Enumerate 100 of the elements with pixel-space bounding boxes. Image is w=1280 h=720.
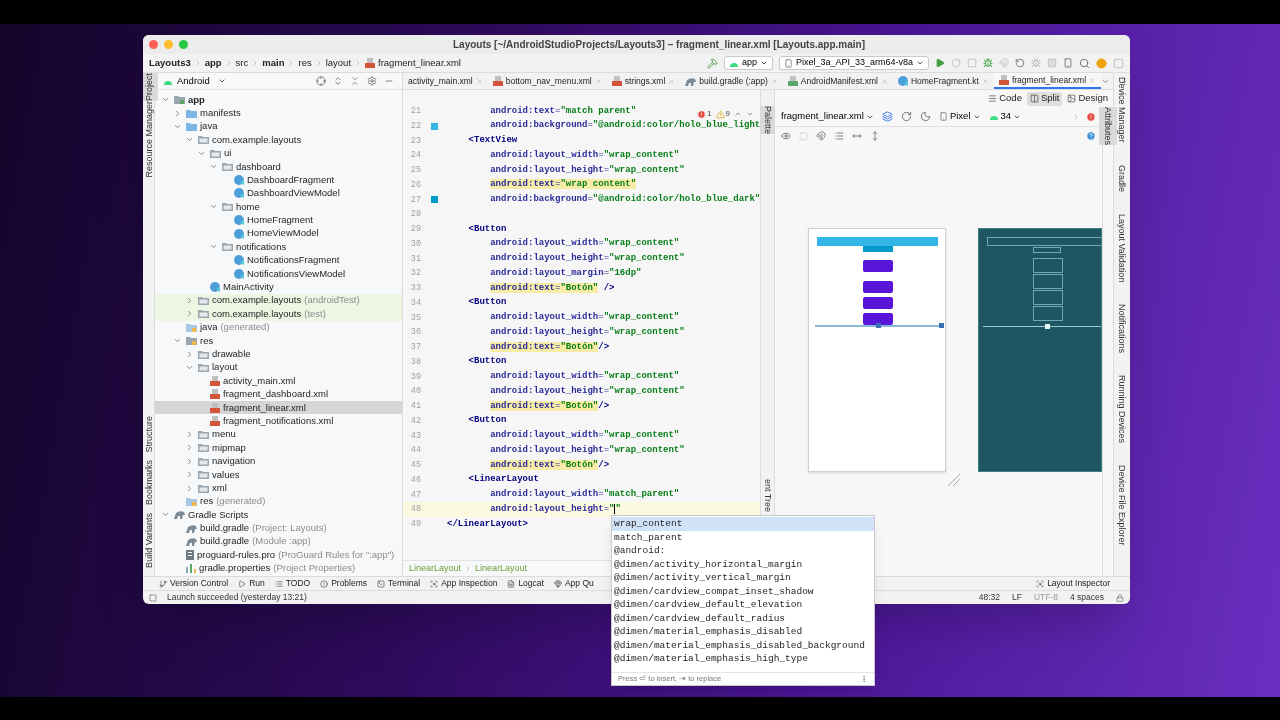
debug-icon[interactable] [983,58,993,68]
completion-item[interactable]: @dimen/cardview_default_radius [612,611,874,625]
layout-file-dropdown[interactable]: fragment_linear.xml [781,109,874,124]
close-icon[interactable] [668,77,676,85]
eye-icon[interactable] [781,131,791,141]
tree-item[interactable]: DashboardViewModel [155,186,402,201]
view-mode-button[interactable]: Code [985,91,1025,106]
tool-window-tab[interactable]: Resource Manager [143,101,158,178]
horizontal-icon[interactable] [852,131,862,141]
rerun-icon[interactable] [951,58,961,68]
close-icon[interactable] [770,77,778,85]
tool-window-button[interactable]: App Qu [553,577,594,590]
cursor-position[interactable]: 48:32 [978,591,1000,604]
debug-icon[interactable] [1031,58,1041,68]
view-mode-button[interactable]: Split [1026,91,1063,106]
tree-item[interactable]: values [155,467,402,482]
tree-item[interactable]: proguard-rules.pro (ProGuard Rules for ":app") [155,548,402,562]
device-dropdown[interactable]: Pixel_3a_API_33_arm64-v8a [778,56,929,70]
editor-tab[interactable]: strings.xml [606,73,681,89]
editor-tab[interactable]: HomeFragment.kt [892,73,994,89]
tree-item[interactable]: HomeViewModel [155,226,402,241]
tree-item[interactable]: ui [155,146,402,160]
breadcrumb-item[interactable]: fragment_linear.xml [378,55,461,71]
tool-window-tab[interactable]: Layout Validation [1113,213,1130,282]
tree-item[interactable]: java (generated) [155,320,402,335]
tool-window-tab[interactable]: Notifications [1113,303,1130,353]
tree-item[interactable]: com.example.layouts [155,133,402,147]
editor-tab[interactable]: bottom_nav_menu.xml [487,73,607,89]
view-mode-button[interactable]: Design [1064,91,1111,106]
device-dropdown[interactable]: Pixel [938,109,981,124]
previous-icon[interactable] [734,110,742,118]
close-icon[interactable] [594,77,602,85]
tree-item[interactable]: res [155,334,402,348]
tree-item[interactable]: mipmap [155,441,402,455]
error-icon[interactable] [1086,111,1096,122]
editor-tab[interactable]: AndroidManifest.xml [782,73,893,89]
magnet-icon[interactable] [816,131,826,141]
tree-item[interactable]: layout [155,360,402,375]
tree-item[interactable]: fragment_dashboard.xml [155,387,402,401]
completion-item[interactable]: @dimen/activity_vertical_margin [612,571,874,585]
tree-item[interactable]: Gradle Scripts [155,508,402,522]
completion-item[interactable]: @dimen/cardview_compat_inset_shadow [612,584,874,598]
hammer-icon[interactable] [706,57,718,69]
tool-window-button[interactable]: Run [238,577,265,590]
tool-window-tab[interactable]: ent Tree [758,478,777,512]
more-icon[interactable] [860,675,868,683]
completion-item[interactable]: @dimen/material_emphasis_disabled_background [612,638,874,652]
editor-tab[interactable]: activity_main.xml [403,73,488,89]
tool-window-tab[interactable]: Project [143,73,158,101]
tree-item[interactable]: com.example.layouts (androidTest) [155,293,402,308]
tree-item[interactable]: dashboard [155,159,402,174]
tree-item[interactable]: activity_main.xml [155,374,402,388]
locate-icon[interactable] [316,76,326,86]
completion-item[interactable]: match_parent [612,530,874,544]
close-icon[interactable] [1089,76,1097,84]
completion-item[interactable]: @dimen/material_emphasis_high_type [612,652,874,666]
tree-item[interactable]: notifications [155,240,402,254]
completion-item[interactable]: @android: [612,544,874,558]
lock-icon[interactable] [1116,593,1124,602]
close-icon[interactable] [475,77,483,85]
tree-item[interactable]: java [155,119,402,134]
completion-item[interactable]: @dimen/activity_horizontal_margin [612,557,874,571]
breadcrumb-item[interactable]: src [235,55,249,71]
tree-item[interactable]: fragment_notifications.xml [155,414,402,428]
rotate-icon[interactable] [900,111,912,122]
settings-icon[interactable] [367,76,377,86]
tree-item[interactable]: NotificationsFragment [155,253,402,268]
baseline-icon[interactable] [834,131,844,141]
theme-icon[interactable] [919,111,931,122]
update-icon[interactable] [1096,57,1107,69]
minimize-window-button[interactable] [164,40,173,49]
help-icon[interactable] [1086,131,1096,141]
tool-window-tab[interactable]: Gradle [1113,164,1130,192]
device-manager-icon[interactable] [1063,58,1073,68]
tree-item[interactable]: build.gradle (Module :app) [155,534,402,549]
close-icon[interactable] [880,77,888,85]
search-icon[interactable] [1079,57,1090,69]
breadcrumb-item[interactable]: layout [325,55,352,71]
editor-tab[interactable]: fragment_linear.xml [993,73,1102,89]
tree-item[interactable]: com.example.layouts (test) [155,307,402,321]
tool-window-button[interactable]: App Inspection [430,577,498,590]
tree-item[interactable]: HomeFragment [155,213,402,227]
line-separator[interactable]: LF [1011,591,1022,604]
collapse-all-icon[interactable] [350,76,360,86]
tool-window-button[interactable]: Problems [320,577,368,590]
tree-item[interactable]: navigation [155,454,402,468]
breadcrumb-item[interactable]: main [262,55,285,71]
editor-tab[interactable]: build.gradle (:app) [680,73,783,89]
vertical-icon[interactable] [870,131,880,141]
layers-icon[interactable] [881,111,893,122]
tool-window-button[interactable]: TODO [274,577,311,590]
module-dropdown[interactable]: app [723,56,773,70]
breadcrumb-item[interactable]: res [298,55,312,71]
tree-item[interactable]: MainActivity [155,280,402,294]
close-window-button[interactable] [149,40,158,49]
tree-item[interactable]: menu [155,427,402,442]
tree-item[interactable]: xml [155,481,402,495]
tree-item[interactable]: fragment_linear.xml [155,401,402,415]
tree-item[interactable]: app [155,93,402,107]
next-icon[interactable] [746,110,754,118]
